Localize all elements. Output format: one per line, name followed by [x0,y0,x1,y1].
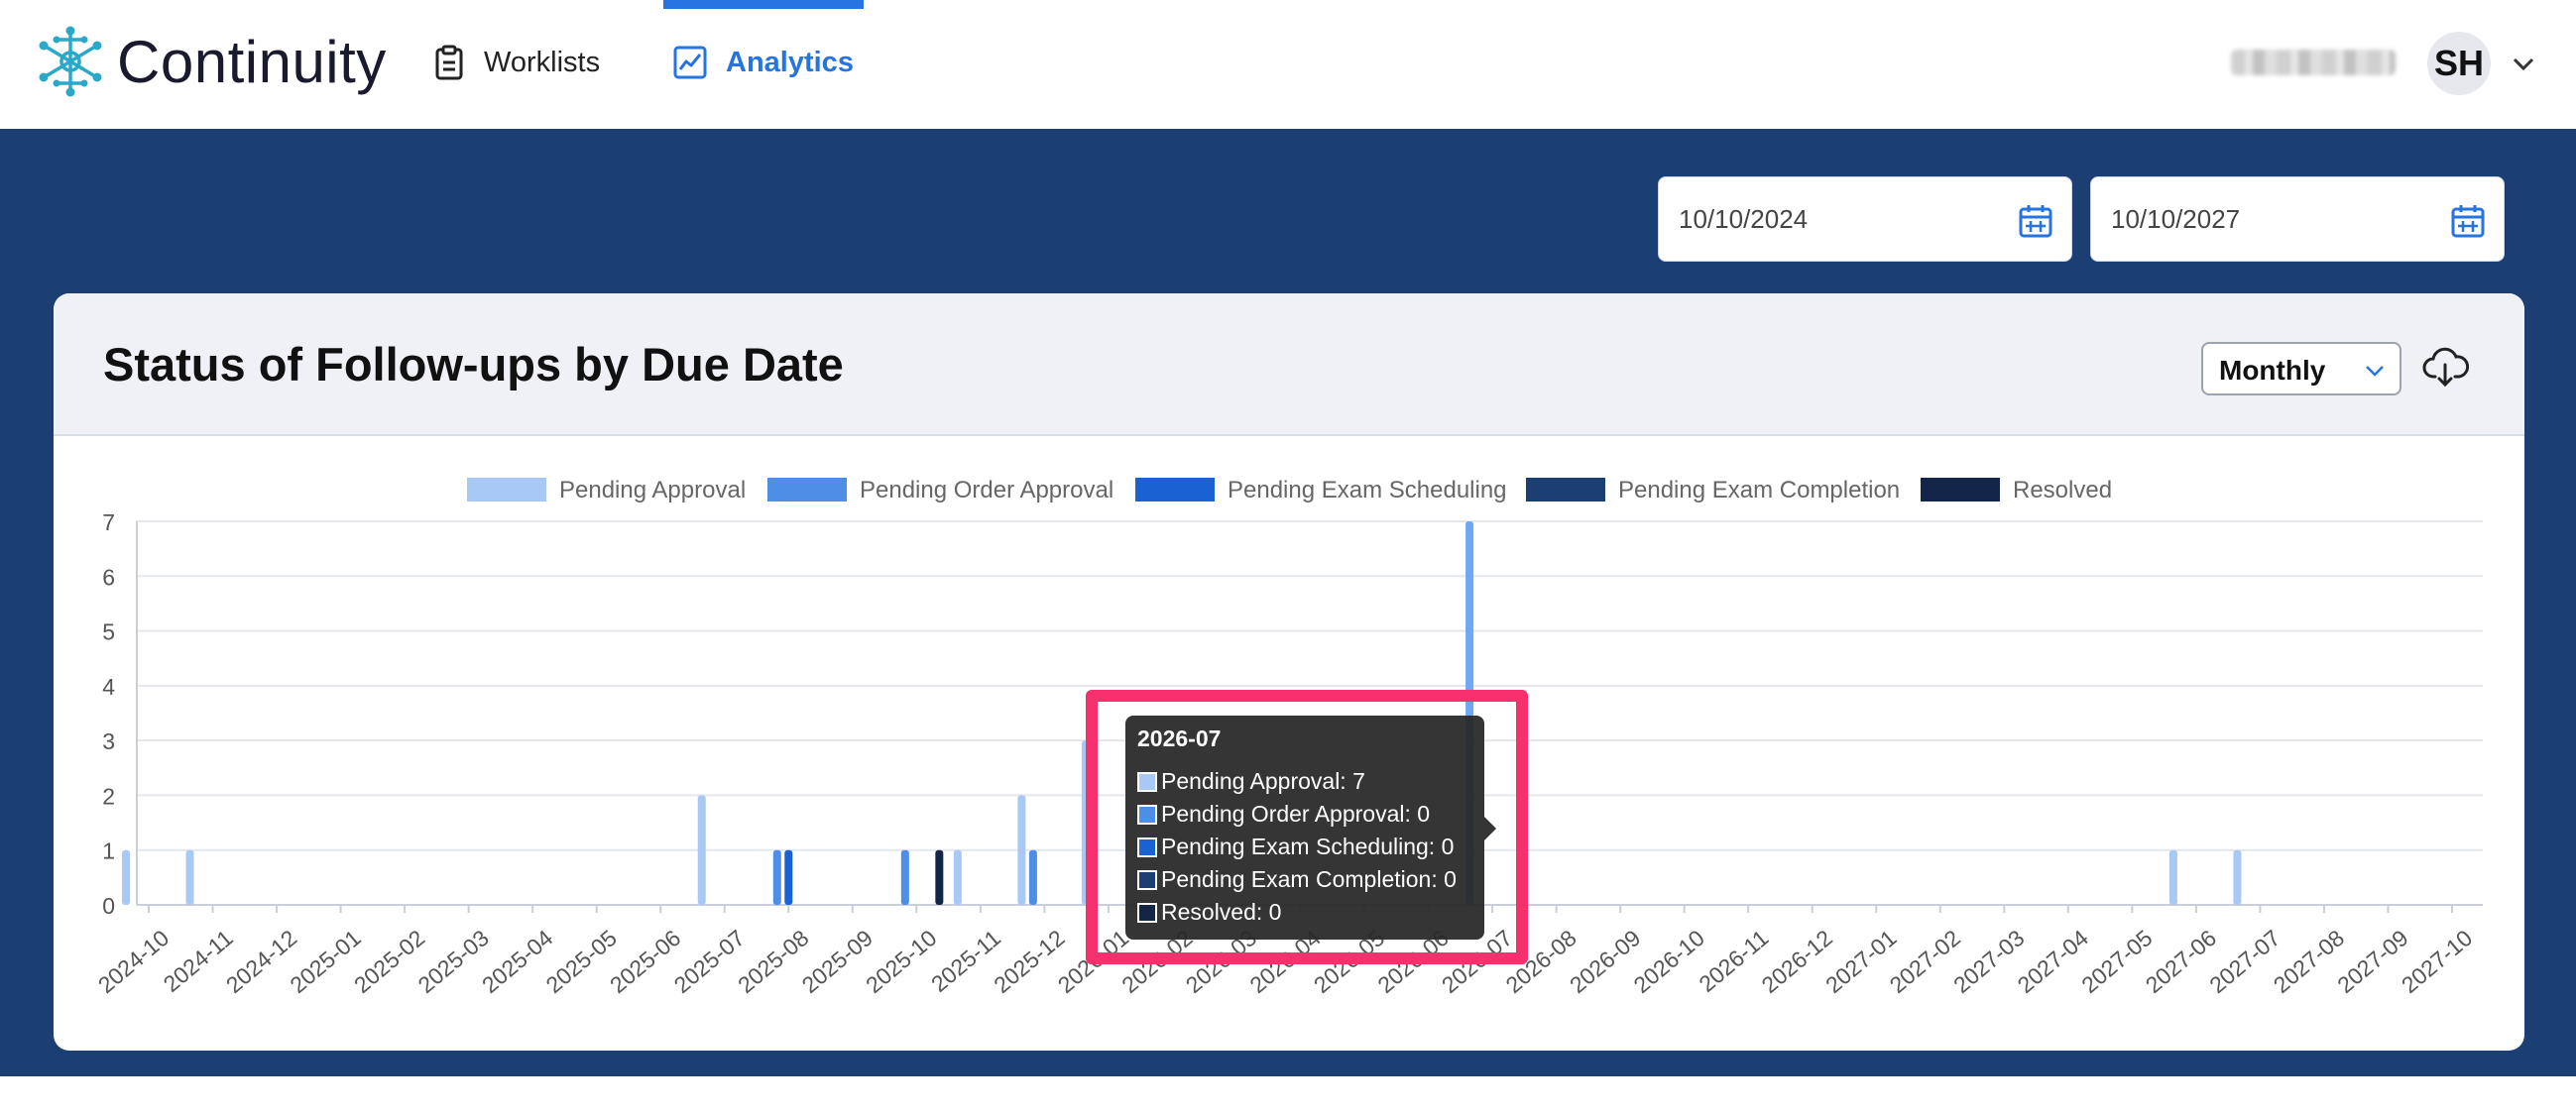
x-tick-label: 2024-11 [159,925,238,997]
bar[interactable] [2168,849,2177,905]
bar[interactable] [772,849,781,905]
follow-ups-bar-chart: 012345672024-102024-112024-122025-012025… [93,477,2483,998]
x-tick-label: 2026-08 [1500,925,1581,998]
network-molecule-icon [39,26,102,97]
legend-label[interactable]: Pending Exam Completion [1618,477,1900,503]
x-tick-label: 2026-07 [1437,925,1517,998]
x-tick-label: 2027-08 [2269,925,2349,998]
nav-analytics[interactable]: Analytics [672,30,854,95]
end-date-input[interactable]: 10/10/2027 [2090,176,2505,262]
legend-swatch[interactable] [467,478,546,502]
bar[interactable] [185,849,194,905]
nav-worklists-label: Worklists [484,46,601,78]
x-tick-label: 2025-04 [477,925,558,998]
nav-analytics-label: Analytics [726,46,854,78]
y-tick-label: 4 [102,674,115,700]
y-tick-label: 2 [102,783,115,809]
user-name-redacted [2231,50,2396,75]
chevron-down-icon[interactable] [2509,50,2538,77]
bar[interactable] [1081,740,1090,905]
x-tick-label: 2025-11 [926,925,1005,997]
x-tick-label: 2027-02 [1885,925,1965,998]
legend-label[interactable]: Pending Order Approval [860,477,1113,503]
bar[interactable] [1017,795,1026,905]
bar[interactable] [2233,849,2242,905]
x-tick-label: 2026-04 [1244,925,1326,998]
bar[interactable] [900,849,909,905]
x-tick-label: 2025-07 [669,925,750,998]
x-tick-label: 2025-10 [861,925,941,998]
y-tick-label: 6 [102,564,115,590]
x-tick-label: 2025-03 [412,925,493,998]
y-tick-label: 0 [102,893,115,919]
x-tick-label: 2027-04 [2013,925,2094,998]
bar[interactable] [122,849,130,905]
x-tick-label: 2026-05 [1309,925,1389,998]
avatar[interactable]: SH [2427,32,2491,95]
legend-label[interactable]: Resolved [2013,477,2112,503]
x-tick-label: 2026-03 [1181,925,1261,998]
bar[interactable] [784,849,793,905]
clipboard-icon [435,45,463,80]
bar[interactable] [1465,521,1474,905]
x-tick-label: 2026-12 [1757,925,1837,998]
active-tab-indicator [663,0,864,9]
bar[interactable] [1028,849,1037,905]
x-tick-label: 2027-03 [1948,925,2029,998]
legend-label[interactable]: Pending Approval [559,477,746,503]
legend-swatch[interactable] [1135,478,1215,502]
trend-chart-icon [673,46,707,79]
x-tick-label: 2027-05 [2076,925,2157,998]
x-tick-label: 2024-10 [93,925,174,998]
legend-swatch[interactable] [1526,478,1605,502]
brand[interactable]: Continuity [38,22,387,101]
x-tick-label: 2027-07 [2204,925,2284,998]
y-tick-label: 7 [102,509,115,535]
x-tick-label: 2025-12 [989,925,1069,998]
x-tick-label: 2027-09 [2332,925,2412,998]
nav-worklists[interactable]: Worklists [432,30,600,95]
bar[interactable] [953,849,962,905]
x-tick-label: 2027-10 [2397,925,2477,998]
x-tick-label: 2025-06 [605,925,685,998]
x-tick-label: 2026-06 [1372,925,1453,998]
calendar-icon[interactable] [2450,203,2486,239]
start-date-input[interactable]: 10/10/2024 [1658,176,2072,262]
avatar-initials: SH [2433,43,2484,83]
start-date-value: 10/10/2024 [1679,204,1809,234]
y-tick-label: 5 [102,619,115,645]
y-tick-label: 3 [102,728,115,754]
calendar-icon[interactable] [2018,203,2053,239]
x-tick-label: 2024-12 [221,925,301,998]
x-tick-label: 2026-02 [1116,925,1197,998]
x-tick-label: 2027-01 [1820,925,1901,998]
y-tick-label: 1 [102,838,115,864]
legend-swatch[interactable] [767,478,847,502]
x-tick-label: 2026-01 [1053,925,1133,998]
x-tick-label: 2026-11 [1694,925,1773,997]
end-date-value: 10/10/2027 [2111,204,2241,234]
x-tick-label: 2027-06 [2141,925,2221,998]
x-tick-label: 2025-09 [797,925,878,998]
x-tick-label: 2026-09 [1565,925,1645,998]
x-tick-label: 2025-01 [285,925,365,998]
x-tick-label: 2025-08 [733,925,813,998]
legend-label[interactable]: Pending Exam Scheduling [1228,477,1507,503]
x-tick-label: 2025-05 [541,925,622,998]
top-navigation-bar: Continuity Worklists Analytics SH [0,0,2576,129]
app-name: Continuity [117,28,387,95]
bar[interactable] [935,849,944,905]
bar[interactable] [697,795,706,905]
x-tick-label: 2025-02 [349,925,429,998]
legend-swatch[interactable] [1921,478,2000,502]
x-tick-label: 2026-10 [1628,925,1708,998]
